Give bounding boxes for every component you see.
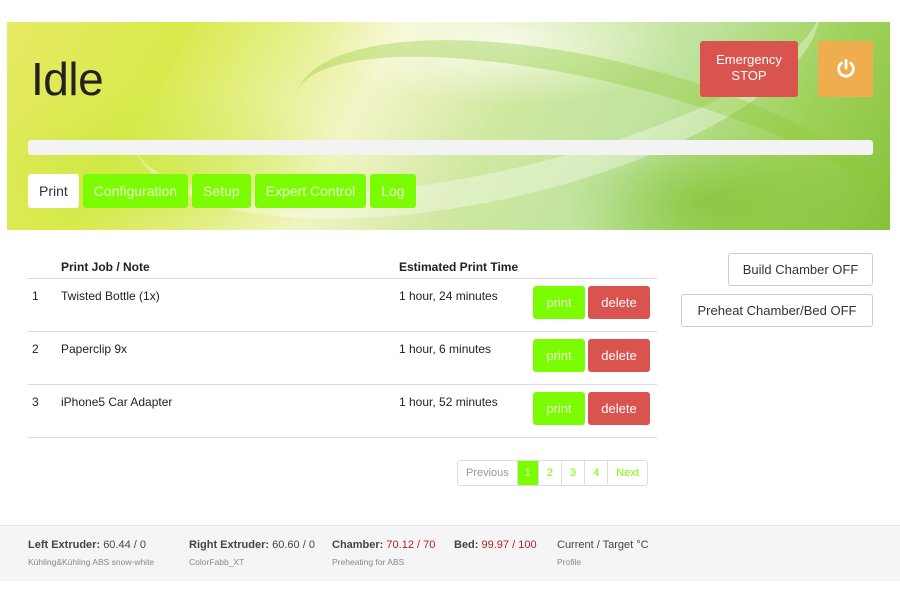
right-extruder-temp: Right Extruder: 60.60 / 0: [189, 539, 315, 551]
pagination-next[interactable]: Next: [608, 461, 647, 485]
print-progress-bar: [28, 140, 873, 155]
chamber-status: Preheating for ABS: [332, 557, 405, 567]
power-icon: [836, 58, 855, 78]
print-job-table: Print Job / Note Estimated Print Time 1 …: [28, 254, 657, 438]
pagination-page[interactable]: 2: [539, 461, 563, 485]
left-extruder-temp: Left Extruder: 60.44 / 0: [28, 539, 146, 551]
tab-expert-control[interactable]: Expert Control: [254, 174, 367, 208]
tab-log[interactable]: Log: [370, 174, 416, 208]
right-extruder-label: Right Extruder:: [189, 539, 270, 551]
job-name: iPhone5 Car Adapter: [61, 395, 173, 409]
chamber-temp: Chamber: 70.12 / 70: [332, 539, 435, 551]
pagination-page[interactable]: 4: [585, 461, 609, 485]
build-chamber-button[interactable]: Build Chamber OFF: [728, 253, 873, 286]
temperature-footer: Left Extruder: 60.44 / 0 Kühling&Kühling…: [0, 525, 900, 581]
tab-setup[interactable]: Setup: [192, 174, 251, 208]
emergency-stop-label: Emergency: [716, 52, 782, 67]
bed-value: 99.97 / 100: [481, 539, 537, 551]
row-number: 1: [32, 289, 39, 303]
delete-button[interactable]: delete: [588, 286, 650, 319]
tab-print[interactable]: Print: [28, 174, 79, 208]
job-time: 1 hour, 52 minutes: [399, 395, 498, 409]
table-header: Print Job / Note Estimated Print Time: [28, 254, 657, 279]
temp-legend: Current / Target °C: [557, 539, 649, 551]
job-name: Twisted Bottle (1x): [61, 289, 160, 303]
power-button[interactable]: [818, 41, 873, 97]
preheat-button[interactable]: Preheat Chamber/Bed OFF: [681, 294, 873, 327]
delete-button[interactable]: delete: [588, 392, 650, 425]
right-extruder-value: 60.60 / 0: [272, 539, 315, 551]
print-button[interactable]: print: [533, 392, 585, 425]
job-name: Paperclip 9x: [61, 342, 128, 356]
column-header-job: Print Job / Note: [61, 260, 150, 274]
print-button[interactable]: print: [533, 339, 585, 372]
left-extruder-label: Left Extruder:: [28, 539, 101, 551]
table-row: 2 Paperclip 9x 1 hour, 6 minutes print d…: [28, 332, 657, 385]
left-extruder-material: Kühling&Kühling ABS snow-white: [28, 557, 155, 567]
chamber-value: 70.12 / 70: [386, 539, 436, 551]
table-row: 3 iPhone5 Car Adapter 1 hour, 52 minutes…: [28, 385, 657, 438]
bed-label: Bed:: [454, 539, 479, 551]
emergency-stop-label: STOP: [731, 68, 767, 83]
job-time: 1 hour, 24 minutes: [399, 289, 498, 303]
row-number: 2: [32, 342, 39, 356]
pagination-page-current[interactable]: 1: [517, 461, 539, 485]
header-banner: Idle Emergency STOP Print Configuration …: [7, 22, 890, 230]
tab-configuration[interactable]: Configuration: [82, 174, 189, 208]
status-title: Idle: [31, 53, 104, 105]
row-number: 3: [32, 395, 39, 409]
pagination: Previous 1 2 3 4 Next: [457, 460, 648, 486]
chamber-label: Chamber:: [332, 539, 384, 551]
delete-button[interactable]: delete: [588, 339, 650, 372]
left-extruder-value: 60.44 / 0: [103, 539, 147, 551]
column-header-time: Estimated Print Time: [399, 260, 519, 274]
bed-temp: Bed: 99.97 / 100: [454, 539, 537, 551]
table-row: 1 Twisted Bottle (1x) 1 hour, 24 minutes…: [28, 279, 657, 332]
print-button[interactable]: print: [533, 286, 585, 319]
pagination-previous[interactable]: Previous: [458, 461, 518, 485]
main-tabs: Print Configuration Setup Expert Control…: [28, 174, 416, 208]
pagination-page[interactable]: 3: [562, 461, 586, 485]
right-extruder-material: ColorFabb_XT: [189, 557, 245, 567]
temp-legend-profile: Profile: [557, 557, 582, 567]
emergency-stop-button[interactable]: Emergency STOP: [700, 41, 798, 97]
job-time: 1 hour, 6 minutes: [399, 342, 492, 356]
